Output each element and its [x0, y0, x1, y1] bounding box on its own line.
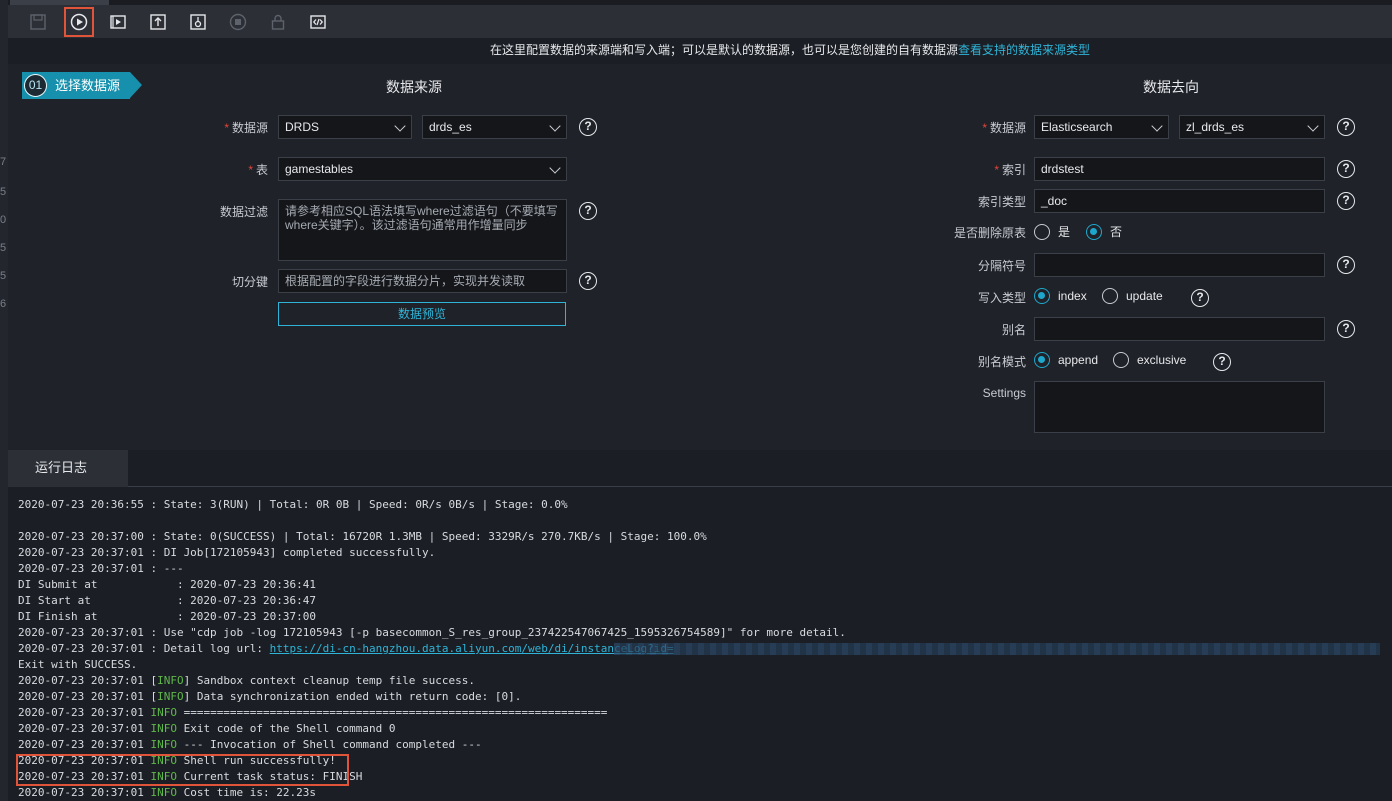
log-line: DI Start at : 2020-07-23 20:36:47: [18, 594, 317, 607]
run-with-params-icon[interactable]: [108, 12, 128, 32]
help-icon[interactable]: ?: [1337, 192, 1355, 210]
log-line: 2020-07-23 20:37:01 INFO Exit code of th…: [18, 722, 396, 735]
source-table-select[interactable]: gamestables: [278, 157, 567, 181]
log-line: 2020-07-23 20:37:01 INFO Cost time is: 2…: [18, 786, 317, 799]
alias-append-radio[interactable]: append: [1034, 352, 1098, 368]
target-alias-mode-label: 别名模式: [977, 355, 1026, 369]
redacted-url-part: [614, 643, 1380, 655]
log-line: 2020-07-23 20:37:01 : Use "cdp job -log …: [18, 626, 846, 639]
delete-no-radio[interactable]: 否: [1086, 223, 1122, 240]
step-number: 01: [24, 74, 47, 97]
delete-yes-radio[interactable]: 是: [1034, 223, 1070, 240]
help-icon[interactable]: ?: [1337, 118, 1355, 136]
publish-icon[interactable]: [188, 12, 208, 32]
help-icon[interactable]: ?: [1337, 256, 1355, 274]
source-split-input[interactable]: 根据配置的字段进行数据分片，实现并发读取: [278, 269, 567, 293]
help-icon[interactable]: ?: [1337, 160, 1355, 178]
target-index-input[interactable]: drdstest: [1034, 157, 1325, 181]
target-index-type-input[interactable]: _doc: [1034, 189, 1325, 213]
stop-icon[interactable]: [228, 12, 248, 32]
code-view-icon[interactable]: [308, 12, 328, 32]
target-datasource-name-select[interactable]: zl_drds_es: [1179, 115, 1325, 139]
source-table-label: * 表: [248, 163, 268, 177]
target-datasource-label: * 数据源: [982, 121, 1026, 135]
gutter-mark: 0: [0, 214, 7, 226]
log-line: 2020-07-23 20:36:55 : State: 3(RUN) | To…: [18, 498, 568, 511]
log-line: 2020-07-23 20:37:01 INFO ===============…: [18, 706, 608, 719]
run-icon[interactable]: [64, 7, 94, 37]
target-delete-label: 是否删除原表: [953, 226, 1026, 240]
highlight-box: [16, 754, 349, 786]
run-log-panel: 2020-07-23 20:36:55 : State: 3(RUN) | To…: [8, 487, 1392, 801]
source-filter-textarea[interactable]: 请参考相应SQL语法填写where过滤语句（不要填写where关键字）。该过滤语…: [278, 199, 567, 261]
gutter-mark: 5: [0, 186, 7, 198]
data-preview-button[interactable]: 数据预览: [278, 302, 566, 326]
help-icon[interactable]: ?: [579, 202, 597, 220]
help-icon[interactable]: ?: [1337, 320, 1355, 338]
target-datasource-type-select[interactable]: Elasticsearch: [1034, 115, 1169, 139]
source-split-label: 切分键: [231, 275, 268, 289]
source-filter-label: 数据过滤: [219, 205, 268, 219]
source-datasource-name-select[interactable]: drds_es: [422, 115, 567, 139]
datasource-config-panel: 01 选择数据源 数据来源 数据去向 * 数据源 DRDS drds_es ? *…: [8, 64, 1392, 450]
source-title: 数据来源: [386, 79, 442, 95]
log-line: 2020-07-23 20:37:01 [INFO] Data synchron…: [18, 690, 522, 703]
target-alias-label: 别名: [1001, 323, 1026, 337]
log-line: Exit with SUCCESS.: [18, 658, 138, 671]
target-separator-input[interactable]: [1034, 253, 1325, 277]
target-settings-textarea[interactable]: [1034, 381, 1325, 433]
log-line: 2020-07-23 20:37:01 : Detail log url: ht…: [18, 642, 674, 655]
app-window: { "banner": { "text": "在这里配置数据的来源端和写入端；可…: [0, 0, 1392, 801]
target-title: 数据去向: [1143, 79, 1199, 95]
log-line: 2020-07-23 20:37:00 : State: 0(SUCCESS) …: [18, 530, 707, 543]
write-index-radio[interactable]: index: [1034, 288, 1087, 304]
left-gutter: 7 5 0 5 5 6: [0, 0, 8, 801]
source-datasource-label: * 数据源: [224, 121, 268, 135]
help-icon[interactable]: ?: [1191, 289, 1209, 307]
save-icon[interactable]: [28, 12, 48, 32]
target-write-type-label: 写入类型: [977, 291, 1026, 305]
gutter-mark: 7: [0, 156, 7, 168]
log-line: 2020-07-23 20:37:01 : DI Job[172105943] …: [18, 546, 436, 559]
target-settings-label: Settings: [982, 386, 1026, 400]
tab-run-log[interactable]: 运行日志: [8, 450, 128, 487]
banner-text: 在这里配置数据的来源端和写入端；可以是默认的数据源，也可以是您创建的自有数据源: [489, 43, 958, 57]
lock-icon[interactable]: [268, 12, 288, 32]
target-index-label: * 索引: [994, 163, 1026, 177]
log-line: 2020-07-23 20:37:01 INFO --- Invocation …: [18, 738, 482, 751]
write-update-radio[interactable]: update: [1102, 288, 1163, 304]
alias-exclusive-radio[interactable]: exclusive: [1113, 352, 1186, 368]
log-tab-bar: 运行日志: [8, 450, 1392, 487]
help-icon[interactable]: ?: [1213, 353, 1231, 371]
toolbar: [8, 5, 1392, 38]
log-line: DI Submit at : 2020-07-23 20:36:41: [18, 578, 317, 591]
target-separator-label: 分隔符号: [977, 259, 1026, 273]
target-alias-input[interactable]: [1034, 317, 1325, 341]
banner-link[interactable]: 查看支持的数据来源类型: [958, 43, 1090, 57]
help-icon[interactable]: ?: [579, 272, 597, 290]
gutter-mark: 5: [0, 242, 7, 254]
source-datasource-type-select[interactable]: DRDS: [278, 115, 412, 139]
gutter-mark: 6: [0, 298, 7, 310]
submit-icon[interactable]: [148, 12, 168, 32]
log-line: 2020-07-23 20:37:01 [INFO] Sandbox conte…: [18, 674, 475, 687]
info-banner: 在这里配置数据的来源端和写入端；可以是默认的数据源，也可以是您创建的自有数据源查…: [8, 38, 1392, 64]
help-icon[interactable]: ?: [579, 118, 597, 136]
gutter-mark: 5: [0, 270, 7, 282]
log-line: 2020-07-23 20:37:01 : ---: [18, 562, 184, 575]
target-index-type-label: 索引类型: [977, 195, 1026, 209]
step-label: 选择数据源: [55, 78, 121, 93]
log-line: DI Finish at : 2020-07-23 20:37:00: [18, 610, 317, 623]
